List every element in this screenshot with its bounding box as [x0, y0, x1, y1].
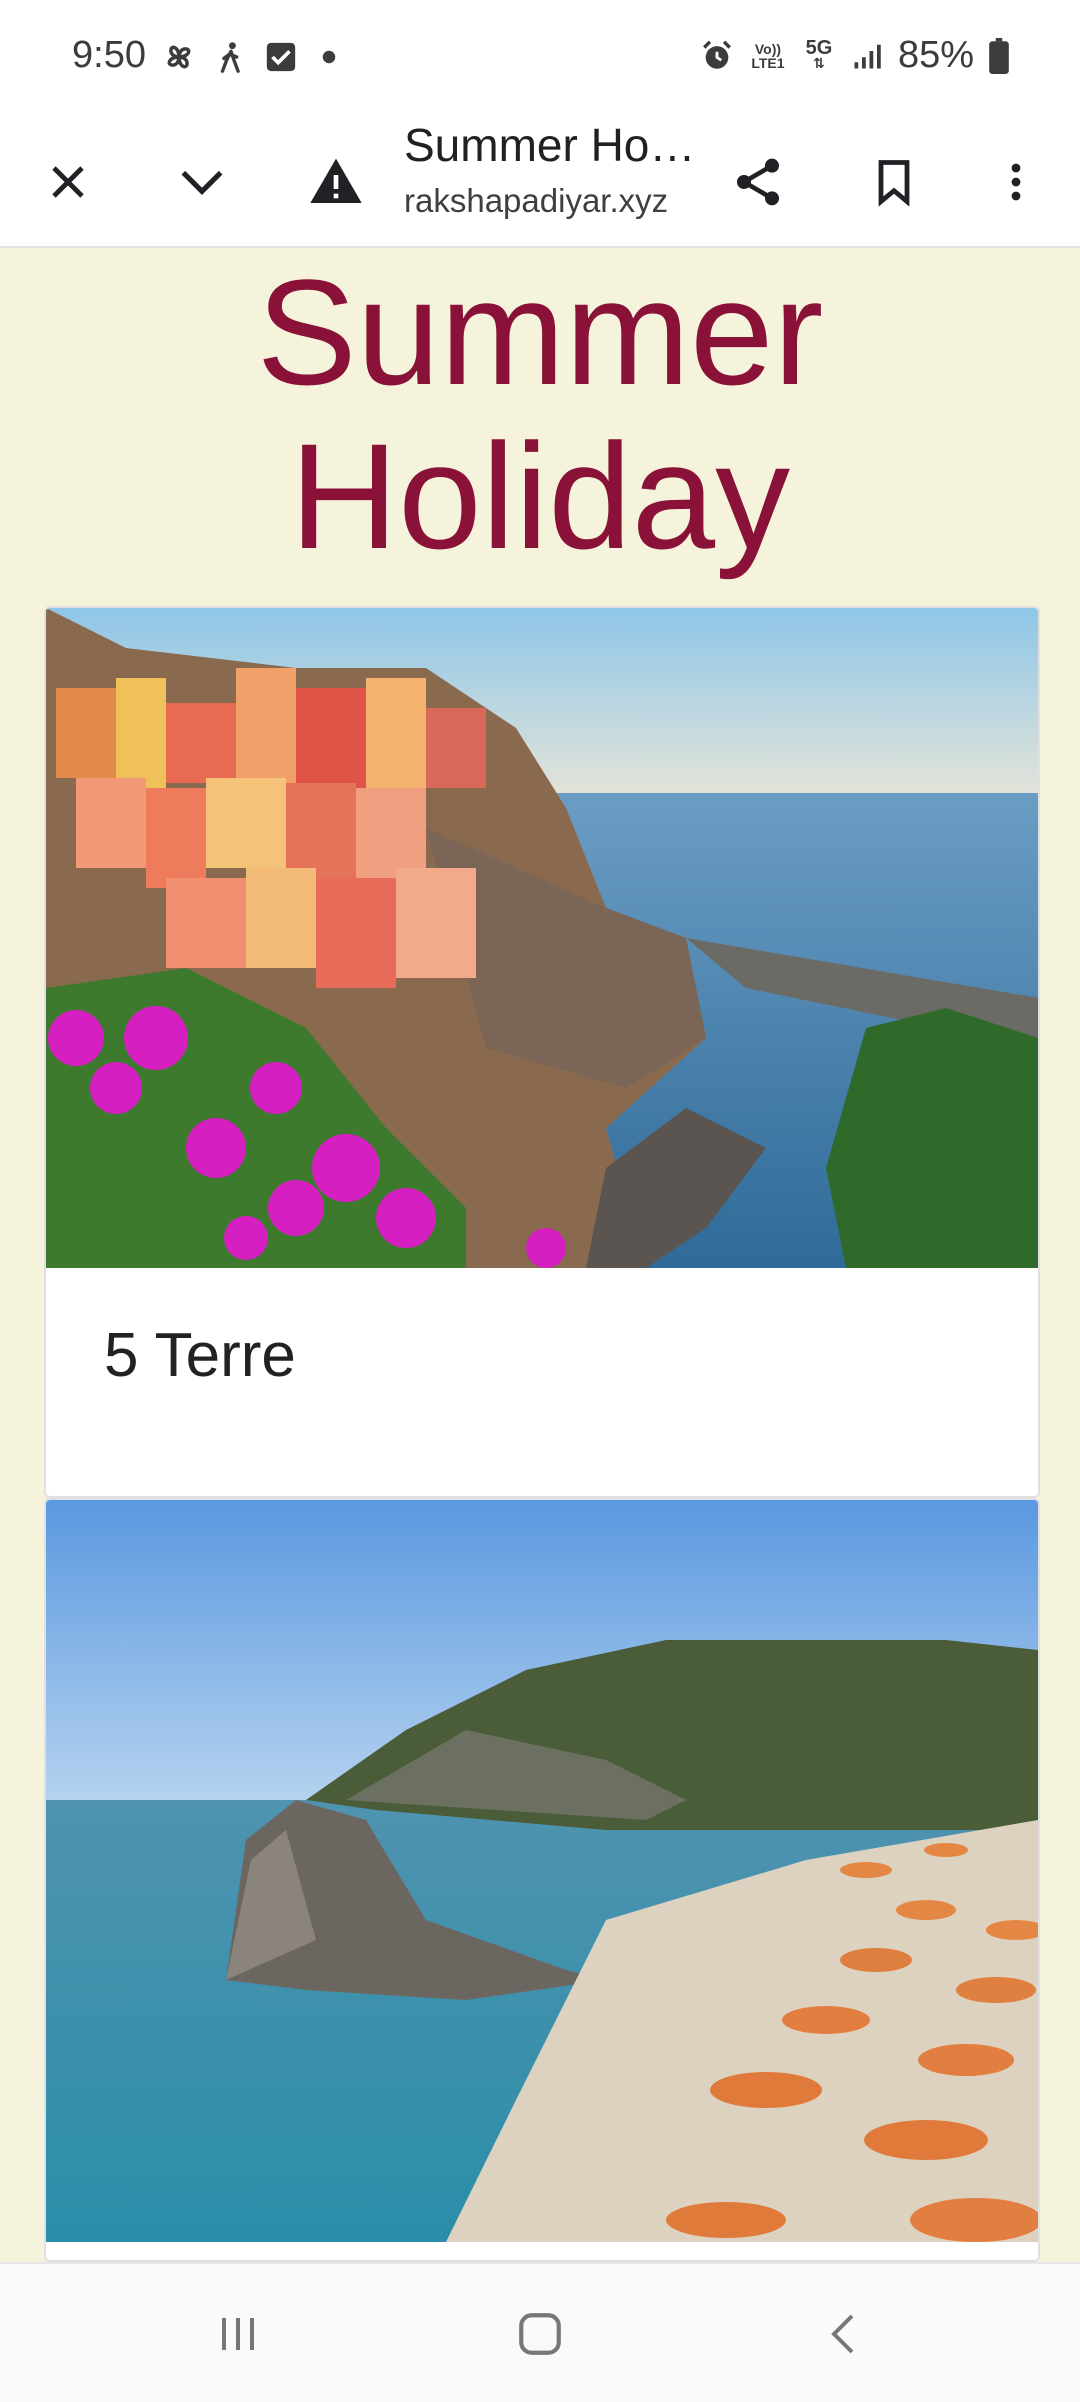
recent-apps-button[interactable] [188, 2294, 288, 2374]
tab-url: rakshapadiyar.xyz [404, 182, 669, 219]
chevron-down-icon [181, 170, 223, 195]
recent-apps-icon [222, 2318, 254, 2350]
more-options-button[interactable] [972, 138, 1060, 226]
share-icon [737, 158, 779, 206]
more-vert-icon [1011, 163, 1021, 201]
status-icons-right: Vo)) LTE1 5G ⇅ 85% [700, 34, 1010, 77]
checkbox-icon [266, 42, 296, 72]
cinque-terre-photo [46, 608, 1038, 1268]
bookmark-button[interactable] [850, 138, 938, 226]
beach-photo [46, 1500, 1038, 2242]
5g-icon: 5G ⇅ [805, 37, 833, 71]
fan-icon [167, 45, 191, 69]
page-title-box[interactable]: Summer Ho… rakshapadiyar.xyz [404, 118, 704, 246]
destination-card[interactable] [44, 1498, 1040, 2262]
status-icons-left [160, 38, 344, 76]
status-bar: 9:50 Vo)) LTE1 5G ⇅ 85% [0, 0, 1080, 118]
battery-icon [989, 37, 1009, 74]
destination-card[interactable]: 5 Terre [44, 606, 1040, 1498]
alarm-icon [702, 40, 731, 69]
browser-toolbar: Summer Ho… rakshapadiyar.xyz [0, 118, 1080, 248]
home-icon [519, 2313, 561, 2355]
back-icon [831, 2314, 854, 2354]
share-button[interactable] [714, 138, 802, 226]
walking-icon [220, 42, 240, 73]
minimize-button[interactable] [158, 138, 246, 226]
site-info-button[interactable] [292, 138, 380, 226]
bookmark-icon [878, 160, 910, 207]
card-caption: 5 Terre [104, 1321, 296, 1390]
home-button[interactable] [490, 2294, 590, 2374]
back-button[interactable] [794, 2294, 894, 2374]
signal-icon [854, 44, 881, 68]
page-headline: Summer Holiday [256, 248, 824, 580]
battery-percent: 85% [897, 34, 974, 76]
system-nav-bar [0, 2262, 1080, 2402]
warning-icon [310, 158, 362, 203]
tab-title: Summer Ho… [404, 119, 696, 171]
status-time: 9:50 [72, 34, 146, 76]
network-label: 5G [805, 37, 833, 59]
close-button[interactable] [24, 138, 112, 226]
volte-icon: Vo)) LTE1 [751, 40, 785, 71]
dot-icon [322, 50, 336, 64]
close-icon [52, 166, 84, 198]
